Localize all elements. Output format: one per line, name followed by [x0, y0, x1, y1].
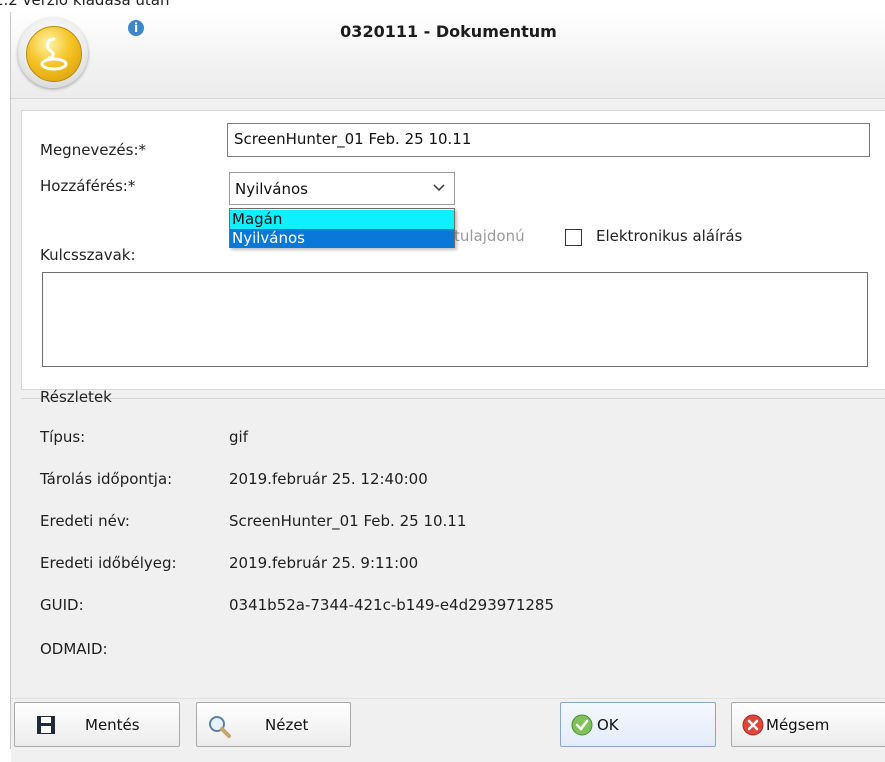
page-caption: 1.2 verzió kiadása után [0, 0, 170, 9]
esign-label: Elektronikus aláírás [596, 227, 743, 245]
access-label: Hozzáférés:* [40, 177, 136, 195]
check-circle-icon [571, 714, 593, 736]
owned-label: tulajdonú [454, 227, 525, 245]
detail-value-guid: 0341b52a-7344-421c-b149-e4d293971285 [229, 596, 555, 614]
detail-value-original-name: ScreenHunter_01 Feb. 25 10.11 [229, 512, 467, 530]
chevron-down-icon[interactable] [432, 180, 446, 198]
access-dropdown-list: Magán Nyilvános [229, 208, 455, 248]
view-button-label: Nézet [265, 716, 309, 734]
ok-button-label: OK [597, 716, 619, 734]
ok-button[interactable]: OK [560, 702, 716, 747]
save-button-label: Mentés [85, 716, 140, 734]
access-select[interactable]: Nyilvános [229, 172, 455, 205]
esign-checkbox[interactable] [565, 229, 582, 246]
access-option-magan[interactable]: Magán [230, 210, 454, 229]
detail-label-stored-at: Tárolás időpontja: [40, 470, 173, 488]
detail-value-stored-at: 2019.február 25. 12:40:00 [229, 470, 428, 488]
access-option-nyilvanos[interactable]: Nyilvános [230, 229, 454, 248]
details-heading: Részletek [40, 388, 112, 406]
details-panel [21, 398, 885, 699]
window-title: 0320111 - Dokumentum [340, 22, 557, 41]
button-bar: Mentés Nézet OK Mégsem [11, 698, 885, 762]
detail-label-original-timestamp: Eredeti időbélyeg: [40, 554, 177, 572]
title-bar: i 0320111 - Dokumentum [11, 12, 885, 99]
keywords-textarea[interactable] [42, 272, 868, 367]
floppy-disk-icon [35, 714, 57, 736]
detail-label-type: Típus: [40, 428, 86, 446]
access-select-value: Nyilvános [235, 180, 309, 198]
detail-label-guid: GUID: [40, 596, 84, 614]
magnifier-icon [207, 714, 231, 738]
save-button[interactable]: Mentés [14, 702, 180, 747]
name-label: Megnevezés:* [40, 141, 147, 159]
cancel-button-label: Mégsem [766, 716, 830, 734]
cancel-button[interactable]: Mégsem [731, 702, 885, 747]
view-button[interactable]: Nézet [196, 702, 351, 747]
detail-value-type: gif [229, 428, 248, 446]
name-input[interactable]: ScreenHunter_01 Feb. 25 10.11 [227, 123, 870, 157]
cancel-x-icon [742, 714, 764, 736]
detail-label-original-name: Eredeti név: [40, 512, 130, 530]
document-dialog: i 0320111 - Dokumentum Megnevezés:* Scre… [10, 12, 885, 762]
keywords-label: Kulcsszavak: [40, 246, 136, 264]
detail-label-odmaid: ODMAID: [40, 640, 108, 658]
detail-value-original-timestamp: 2019.február 25. 9:11:00 [229, 554, 419, 572]
